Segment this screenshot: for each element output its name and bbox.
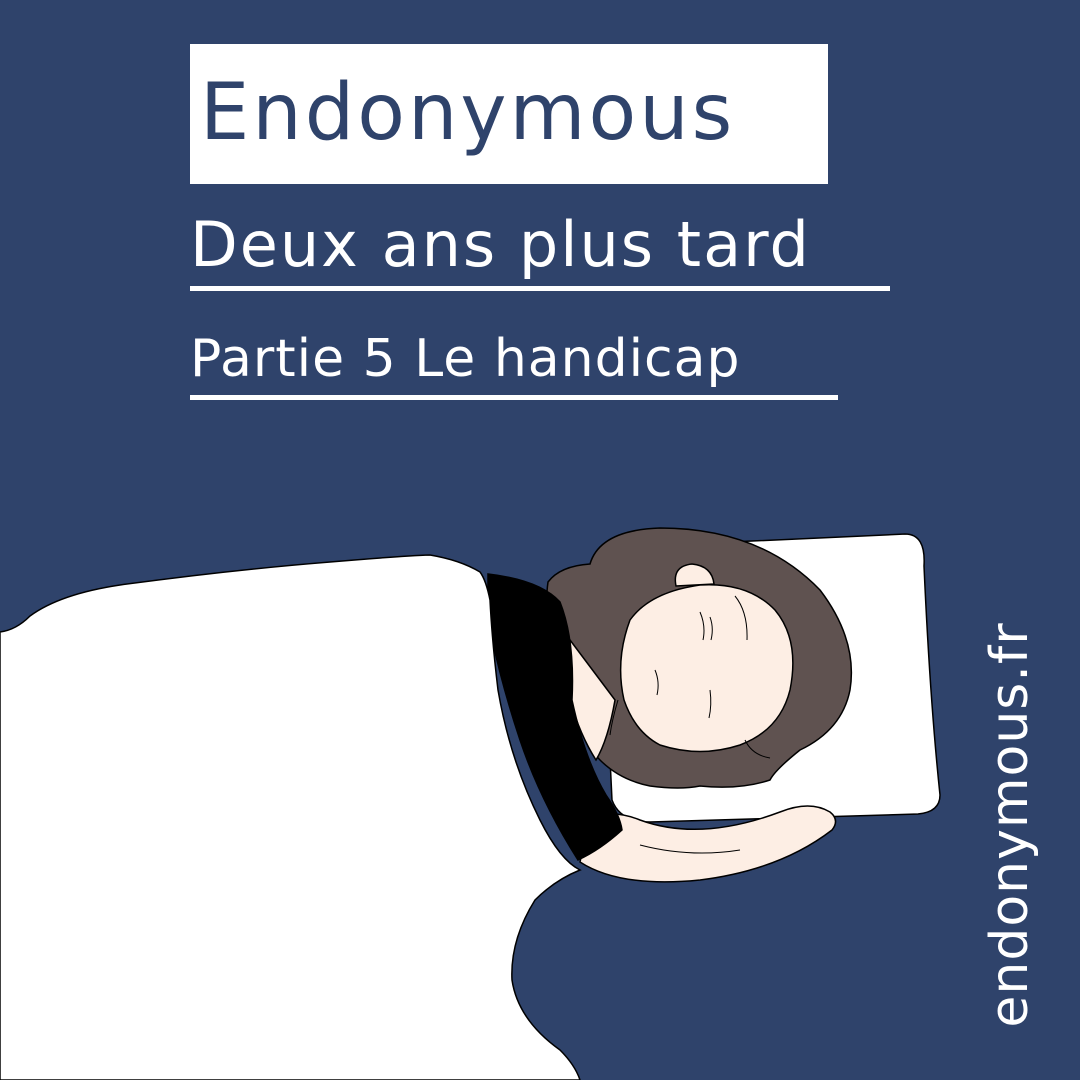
sleeping-person-illustration: [0, 527, 941, 1080]
site-url: endonymous.fr: [980, 622, 1040, 1028]
blanket: [0, 554, 582, 1080]
face: [619, 583, 794, 753]
